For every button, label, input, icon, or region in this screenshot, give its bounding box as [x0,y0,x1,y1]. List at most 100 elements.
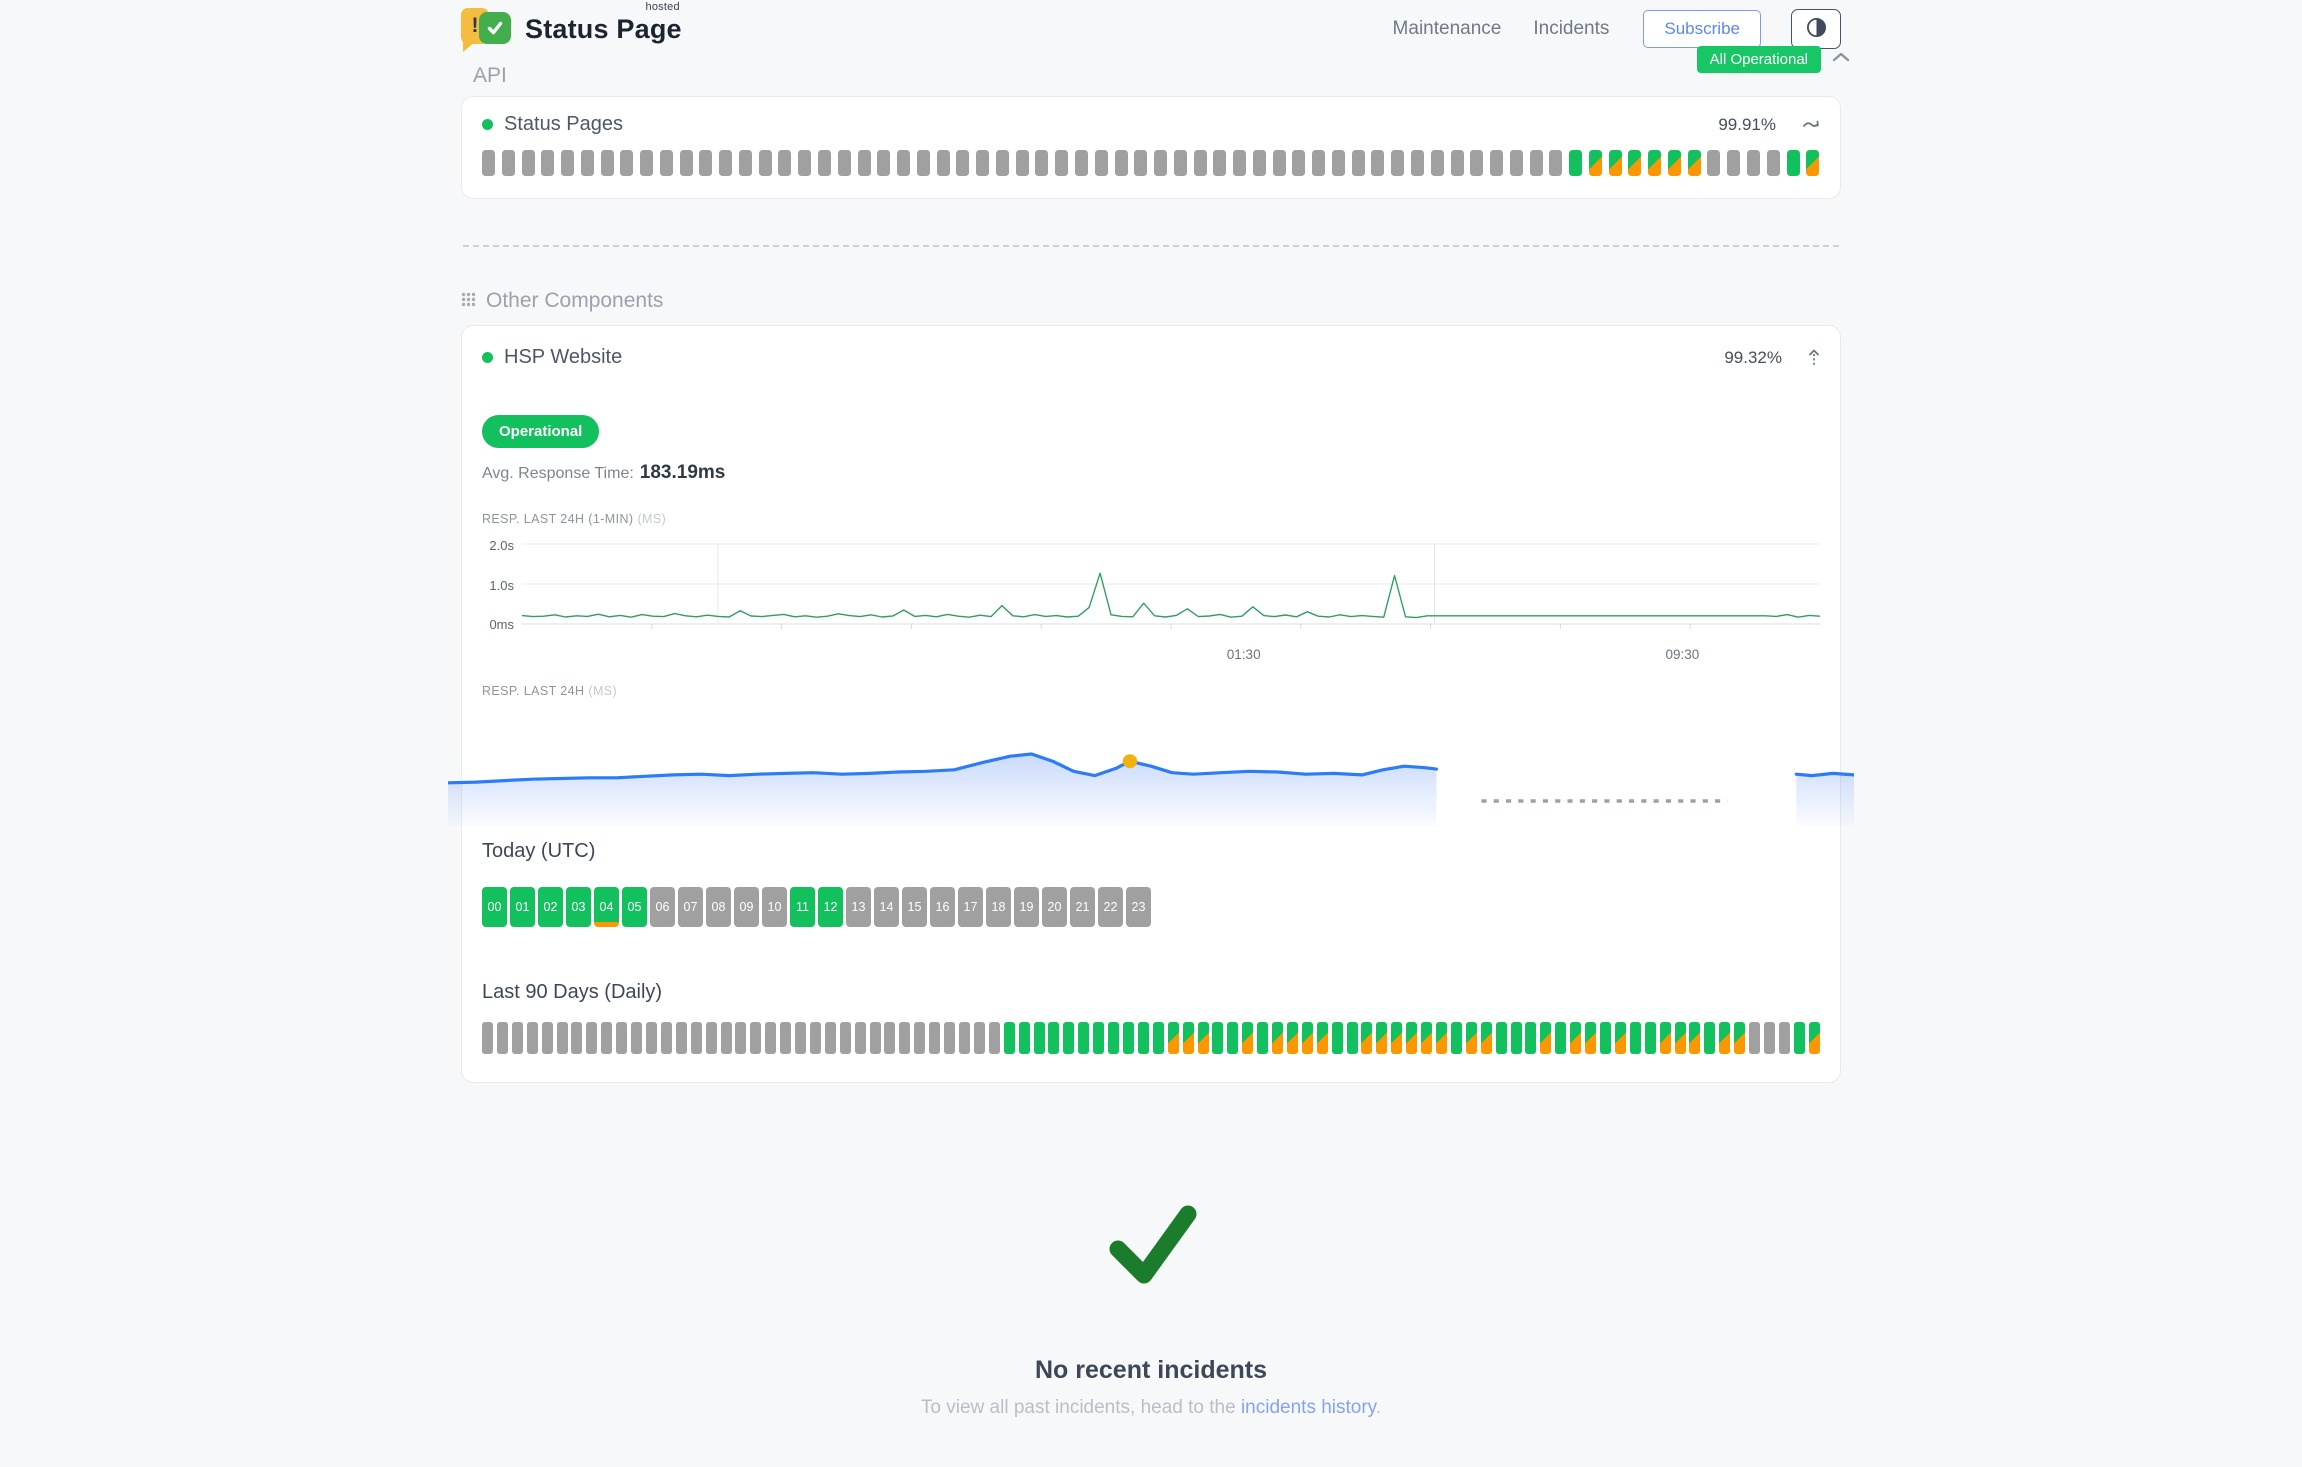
uptime-bar [1570,1022,1581,1054]
incidents-history-link[interactable]: incidents history [1241,1397,1376,1418]
uptime-bar [1609,150,1622,176]
uptime-bar [497,1022,508,1054]
uptime-bar [1034,1022,1045,1054]
uptime-bar [1704,1022,1715,1054]
hour-block: 19 [1014,887,1039,927]
y-axis-label: 1.0s [482,578,514,593]
uptime-bar [759,150,772,176]
grid-icon [461,289,476,313]
uptime-bar [1555,1022,1566,1054]
uptime-bar [1511,1022,1522,1054]
uptime-bar [1747,150,1760,176]
uptime-bar [1411,150,1424,176]
check-bubble-icon [479,12,511,44]
operational-badge: Operational [482,415,599,448]
uptime-bar [1075,150,1088,176]
hour-block: 23 [1126,887,1151,927]
uptime-bar [527,1022,538,1054]
status-dot [482,119,493,130]
theme-toggle-button[interactable] [1791,9,1841,49]
uptime-bar [586,1022,597,1054]
component-name: Status Pages [504,113,623,136]
uptime-bar [1168,1022,1179,1054]
uptime-bar [640,150,653,176]
collapse-arrow-icon[interactable] [1808,349,1820,367]
subscribe-button[interactable]: Subscribe [1643,10,1761,48]
uptime-bar [1048,1022,1059,1054]
hour-block: 12 [818,887,843,927]
hour-block: 17 [958,887,983,927]
last90-heading: Last 90 Days (Daily) [482,981,1820,1004]
uptime-bar [522,150,535,176]
hour-block: 03 [566,887,591,927]
uptime-bar [858,150,871,176]
x-axis-tick: 09:30 [1666,647,1700,662]
uptime-bar [914,1022,925,1054]
uptime-bar [976,150,989,176]
uptime-bar [680,150,693,176]
hour-block: 05 [622,887,647,927]
nav-links: Maintenance Incidents [1393,18,1610,40]
uptime-bar [1734,1022,1745,1054]
dashed-divider [463,245,1839,247]
uptime-bar [1549,150,1562,176]
hour-block: 02 [538,887,563,927]
uptime-bar [1628,150,1641,176]
avg-response-time: Avg. Response Time:183.19ms [482,462,1820,484]
brand-logo[interactable]: ! Status Pagehosted [461,6,682,52]
uptime-bar [1707,150,1720,176]
uptime-bar [601,1022,612,1054]
uptime-bar [1272,1022,1283,1054]
refresh-icon[interactable] [1802,119,1820,131]
uptime-bar [1767,150,1780,176]
uptime-bar [1764,1022,1775,1054]
api-section-title: API [473,64,1841,88]
uptime-bar [929,1022,940,1054]
avg-response-value: 183.19ms [640,462,726,483]
uptime-bar [739,150,752,176]
uptime-bar [1569,150,1582,176]
y-axis-label: 0ms [482,617,514,632]
uptime-bar [1615,1022,1626,1054]
uptime-bar [1183,1022,1194,1054]
uptime-bar [1727,150,1740,176]
uptime-bar [571,1022,582,1054]
component-row-hsp-website[interactable]: HSP Website 99.32% [462,346,1840,369]
uptime-bar [721,1022,732,1054]
uptime-bar [798,150,811,176]
uptime-bar [1055,150,1068,176]
area-chart-svg [448,704,1854,826]
uptime-bar [502,150,515,176]
uptime-bar [1431,150,1444,176]
nav-link-incidents[interactable]: Incidents [1533,18,1609,40]
uptime-bar [1525,1022,1536,1054]
hsp-website-card: HSP Website 99.32% Operational Avg. Resp… [461,325,1841,1083]
uptime-bar [1093,1022,1104,1054]
uptime-bar [1490,150,1503,176]
brand-hosted-label: hosted [646,1,680,13]
today-hour-blocks: 0001020304050607080910111213141516171819… [482,887,1820,927]
uptime-bar [1689,1022,1700,1054]
uptime-bar [1213,150,1226,176]
no-incidents-subtitle: To view all past incidents, head to the … [921,1397,1381,1419]
uptime-bar [1242,1022,1253,1054]
uptime-bar [719,150,732,176]
uptime-bar [795,1022,806,1054]
uptime-bar [810,1022,821,1054]
nav-link-maintenance[interactable]: Maintenance [1393,18,1502,40]
uptime-bar [1153,1022,1164,1054]
uptime-bar [1317,1022,1328,1054]
uptime-bar [542,1022,553,1054]
api-component-card: Status Pages 99.91% [461,96,1841,199]
uptime-bar [1302,1022,1313,1054]
uptime-bar [1540,1022,1551,1054]
component-row-status-pages[interactable]: Status Pages 99.91% [482,113,1820,136]
hour-block: 16 [930,887,955,927]
uptime-bar [1134,150,1147,176]
uptime-bar [1470,150,1483,176]
api-section: API Status Pages 99.91% [461,64,1841,199]
uptime-bars-api [482,150,1820,176]
uptime-bar [877,150,890,176]
uptime-bar [1361,1022,1372,1054]
uptime-bar [1451,150,1464,176]
